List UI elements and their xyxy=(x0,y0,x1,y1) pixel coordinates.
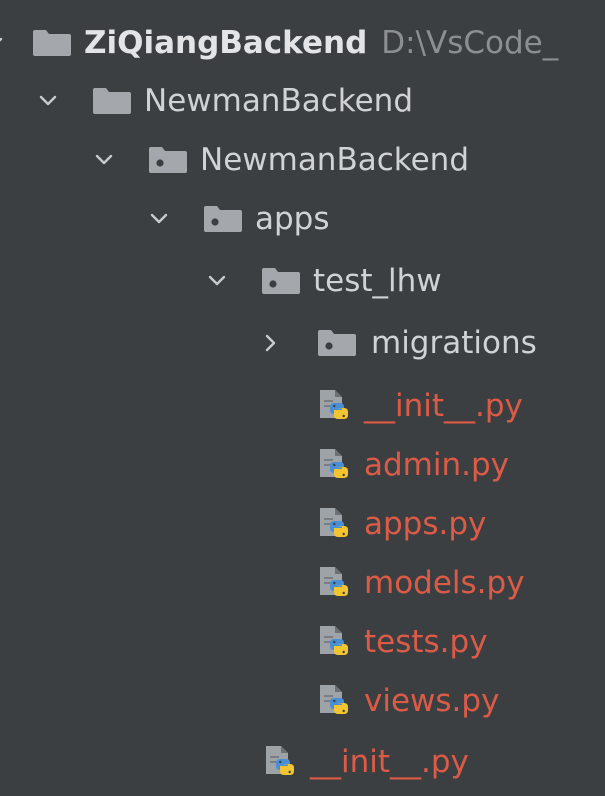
project-path: D:\VsCode_ xyxy=(381,25,559,61)
python-file-icon xyxy=(314,388,354,424)
python-file-icon xyxy=(314,565,354,601)
chevron-down-icon[interactable] xyxy=(145,205,173,233)
tree-item-label: apps.py xyxy=(364,506,487,542)
package-folder-icon xyxy=(259,267,303,295)
python-file-icon xyxy=(314,683,354,719)
python-file-icon xyxy=(314,447,354,483)
tree-item-label: migrations xyxy=(371,325,537,361)
tree-item-file[interactable]: admin.py xyxy=(0,436,605,494)
package-folder-icon xyxy=(315,329,359,357)
tree-item-file[interactable]: __init__.py xyxy=(0,377,605,435)
python-file-icon xyxy=(260,744,300,780)
tree-item-label: __init__.py xyxy=(310,744,469,780)
package-folder-icon xyxy=(201,205,245,233)
tree-item-newmanbackend-package[interactable]: NewmanBackend xyxy=(0,131,605,189)
tree-item-label: tests.py xyxy=(364,624,488,660)
tree-item-test-lhw[interactable]: test_lhw xyxy=(0,252,605,310)
tree-item-apps[interactable]: apps xyxy=(0,190,605,248)
project-tree: ZiQiangBackend D:\VsCode_ NewmanBackend … xyxy=(0,0,605,796)
tree-item-file[interactable]: tests.py xyxy=(0,613,605,671)
tree-item-ziqiangbackend[interactable]: ZiQiangBackend D:\VsCode_ xyxy=(0,14,605,72)
tree-item-label: admin.py xyxy=(364,447,510,483)
python-file-icon xyxy=(314,624,354,660)
chevron-down-icon[interactable] xyxy=(0,29,4,57)
tree-item-file[interactable]: apps.py xyxy=(0,495,605,553)
chevron-down-icon[interactable] xyxy=(90,146,118,174)
tree-item-label: models.py xyxy=(364,565,525,601)
folder-icon xyxy=(30,29,74,57)
tree-item-migrations[interactable]: migrations xyxy=(0,314,605,372)
package-folder-icon xyxy=(146,146,190,174)
tree-item-label: NewmanBackend xyxy=(144,83,414,119)
tree-item-label: views.py xyxy=(364,683,500,719)
tree-item-label: __init__.py xyxy=(364,388,523,424)
chevron-down-icon[interactable] xyxy=(203,267,231,295)
tree-item-label: NewmanBackend xyxy=(200,142,470,178)
chevron-down-icon[interactable] xyxy=(34,87,62,115)
tree-item-file[interactable]: models.py xyxy=(0,554,605,612)
tree-item-label: apps xyxy=(255,201,330,237)
tree-item-file[interactable]: __init__.py xyxy=(0,733,605,791)
tree-item-newmanbackend-project[interactable]: NewmanBackend xyxy=(0,72,605,130)
tree-item-label: ZiQiangBackend xyxy=(84,25,368,61)
tree-item-file[interactable]: views.py xyxy=(0,672,605,730)
chevron-right-icon[interactable] xyxy=(257,329,285,357)
python-file-icon xyxy=(314,506,354,542)
tree-item-label: test_lhw xyxy=(313,263,442,299)
folder-icon xyxy=(90,87,134,115)
